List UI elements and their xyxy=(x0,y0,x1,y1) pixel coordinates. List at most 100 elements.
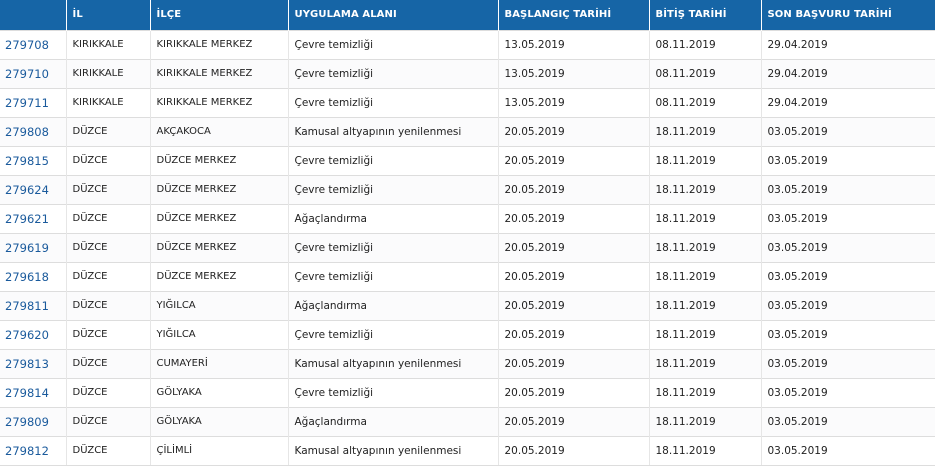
record-id-link[interactable]: 279624 xyxy=(5,183,49,197)
table-row: 279809 DÜZCE GÖLYAKA Ağaçlandırma 20.05.… xyxy=(0,406,935,436)
record-id-link[interactable]: 279808 xyxy=(5,125,49,139)
bitis-tarihi-cell: 18.11.2019 xyxy=(649,348,762,378)
table-row: 279619 DÜZCE DÜZCE MERKEZ Çevre temizliğ… xyxy=(0,232,935,262)
bitis-tarihi-cell: 18.11.2019 xyxy=(649,203,762,233)
record-id-link[interactable]: 279809 xyxy=(5,415,49,429)
uygulama-alani-cell: Çevre temizliği xyxy=(288,261,499,291)
table-row: 279618 DÜZCE DÜZCE MERKEZ Çevre temizliğ… xyxy=(0,261,935,291)
record-id-cell: 279708 xyxy=(0,29,67,59)
bitis-tarihi-cell: 18.11.2019 xyxy=(649,261,762,291)
ilce-cell: YIĞILCA xyxy=(150,290,289,320)
record-id-link[interactable]: 279710 xyxy=(5,67,49,81)
record-id-link[interactable]: 279711 xyxy=(5,96,49,110)
il-cell: DÜZCE xyxy=(66,174,151,204)
son-basvuru-tarihi-cell: 03.05.2019 xyxy=(761,290,935,320)
record-id-link[interactable]: 279811 xyxy=(5,299,49,313)
ilce-cell: DÜZCE MERKEZ xyxy=(150,232,289,262)
table-row: 279813 DÜZCE CUMAYERİ Kamusal altyapının… xyxy=(0,348,935,378)
baslangic-tarihi-cell: 20.05.2019 xyxy=(498,145,650,175)
il-cell: DÜZCE xyxy=(66,319,151,349)
uygulama-alani-cell: Çevre temizliği xyxy=(288,319,499,349)
table-row: 279711 KIRIKKALE KIRIKKALE MERKEZ Çevre … xyxy=(0,87,935,117)
uygulama-alani-cell: Çevre temizliği xyxy=(288,29,499,59)
header-row: İL İLÇE UYGULAMA ALANI BAŞLANGIÇ TARİHİ … xyxy=(0,0,935,30)
table-row: 279620 DÜZCE YIĞILCA Çevre temizliği 20.… xyxy=(0,319,935,349)
table-row: 279808 DÜZCE AKÇAKOCA Kamusal altyapının… xyxy=(0,116,935,146)
record-id-link[interactable]: 279620 xyxy=(5,328,49,342)
table-row: 279815 DÜZCE DÜZCE MERKEZ Çevre temizliğ… xyxy=(0,145,935,175)
table-row: 279811 DÜZCE YIĞILCA Ağaçlandırma 20.05.… xyxy=(0,290,935,320)
uygulama-alani-cell: Kamusal altyapının yenilenmesi xyxy=(288,348,499,378)
ilce-cell: GÖLYAKA xyxy=(150,406,289,436)
bitis-tarihi-cell: 08.11.2019 xyxy=(649,58,762,88)
baslangic-tarihi-cell: 13.05.2019 xyxy=(498,58,650,88)
baslangic-tarihi-cell: 13.05.2019 xyxy=(498,87,650,117)
bitis-tarihi-cell: 18.11.2019 xyxy=(649,232,762,262)
baslangic-tarihi-cell: 20.05.2019 xyxy=(498,261,650,291)
son-basvuru-tarihi-cell: 03.05.2019 xyxy=(761,203,935,233)
il-cell: KIRIKKALE xyxy=(66,87,151,117)
il-cell: DÜZCE xyxy=(66,377,151,407)
record-id-link[interactable]: 279618 xyxy=(5,270,49,284)
bitis-tarihi-cell: 18.11.2019 xyxy=(649,319,762,349)
son-basvuru-tarihi-cell: 03.05.2019 xyxy=(761,116,935,146)
il-cell: DÜZCE xyxy=(66,290,151,320)
record-id-link[interactable]: 279621 xyxy=(5,212,49,226)
table-row: 279814 DÜZCE GÖLYAKA Çevre temizliği 20.… xyxy=(0,377,935,407)
son-basvuru-tarihi-cell: 29.04.2019 xyxy=(761,87,935,117)
il-cell: DÜZCE xyxy=(66,435,151,466)
ilce-cell: ÇİLİMLİ xyxy=(150,435,289,466)
column-header-uygulama-alani: UYGULAMA ALANI xyxy=(288,0,499,30)
column-header-son-basvuru-tarihi: SON BAŞVURU TARİHİ xyxy=(767,9,892,21)
table-row: 279624 DÜZCE DÜZCE MERKEZ Çevre temizliğ… xyxy=(0,174,935,204)
baslangic-tarihi-cell: 20.05.2019 xyxy=(498,116,650,146)
bitis-tarihi-cell: 18.11.2019 xyxy=(649,377,762,407)
uygulama-alani-cell: Ağaçlandırma xyxy=(288,290,499,320)
son-basvuru-tarihi-cell: 03.05.2019 xyxy=(761,319,935,349)
baslangic-tarihi-cell: 20.05.2019 xyxy=(498,319,650,349)
record-id-link[interactable]: 279619 xyxy=(5,241,49,255)
column-header-id xyxy=(0,0,67,30)
baslangic-tarihi-cell: 20.05.2019 xyxy=(498,377,650,407)
il-cell: KIRIKKALE xyxy=(66,58,151,88)
uygulama-alani-cell: Çevre temizliği xyxy=(288,145,499,175)
son-basvuru-tarihi-cell: 29.04.2019 xyxy=(761,29,935,59)
ilce-cell: KIRIKKALE MERKEZ xyxy=(150,58,289,88)
record-id-cell: 279711 xyxy=(0,87,67,117)
record-id-cell: 279814 xyxy=(0,377,67,407)
baslangic-tarihi-cell: 20.05.2019 xyxy=(498,435,650,466)
ilce-cell: DÜZCE MERKEZ xyxy=(150,145,289,175)
son-basvuru-tarihi-cell: 03.05.2019 xyxy=(761,232,935,262)
table-body: 279708 KIRIKKALE KIRIKKALE MERKEZ Çevre … xyxy=(0,29,935,466)
baslangic-tarihi-cell: 20.05.2019 xyxy=(498,406,650,436)
record-id-cell: 279808 xyxy=(0,116,67,146)
record-id-cell: 279710 xyxy=(0,58,67,88)
record-id-link[interactable]: 279708 xyxy=(5,38,49,52)
baslangic-tarihi-cell: 13.05.2019 xyxy=(498,29,650,59)
record-id-cell: 279811 xyxy=(0,290,67,320)
record-id-cell: 279618 xyxy=(0,261,67,291)
il-cell: DÜZCE xyxy=(66,203,151,233)
record-id-link[interactable]: 279814 xyxy=(5,386,49,400)
record-id-cell: 279620 xyxy=(0,319,67,349)
son-basvuru-tarihi-cell: 03.05.2019 xyxy=(761,435,935,466)
record-id-cell: 279624 xyxy=(0,174,67,204)
record-id-link[interactable]: 279813 xyxy=(5,357,49,371)
ilce-cell: DÜZCE MERKEZ xyxy=(150,261,289,291)
record-id-link[interactable]: 279815 xyxy=(5,154,49,168)
record-id-cell: 279621 xyxy=(0,203,67,233)
ilce-cell: DÜZCE MERKEZ xyxy=(150,203,289,233)
record-id-cell: 279812 xyxy=(0,435,67,466)
uygulama-alani-cell: Ağaçlandırma xyxy=(288,203,499,233)
ilce-cell: GÖLYAKA xyxy=(150,377,289,407)
column-header-baslangic-tarihi: BAŞLANGIÇ TARİHİ xyxy=(498,0,650,30)
record-id-link[interactable]: 279812 xyxy=(5,444,49,458)
uygulama-alani-cell: Ağaçlandırma xyxy=(288,406,499,436)
uygulama-alani-cell: Çevre temizliği xyxy=(288,232,499,262)
baslangic-tarihi-cell: 20.05.2019 xyxy=(498,203,650,233)
il-cell: KIRIKKALE xyxy=(66,29,151,59)
column-header-il: İL xyxy=(66,0,151,30)
baslangic-tarihi-cell: 20.05.2019 xyxy=(498,348,650,378)
bitis-tarihi-cell: 18.11.2019 xyxy=(649,435,762,466)
son-basvuru-tarihi-cell: 29.04.2019 xyxy=(761,58,935,88)
